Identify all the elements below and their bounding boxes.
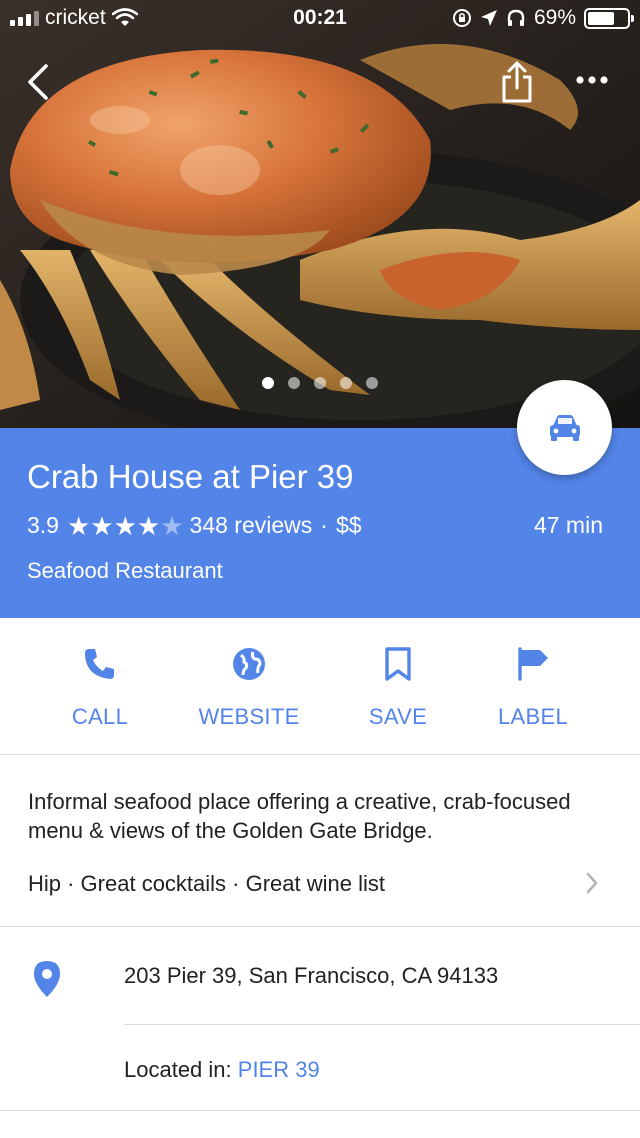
review-count[interactable]: 348 reviews <box>190 512 313 539</box>
chevron-right-icon <box>586 872 598 894</box>
more-horizontal-icon <box>576 76 608 84</box>
save-button[interactable]: SAVE <box>323 644 473 730</box>
place-name: Crab House at Pier 39 <box>27 458 354 495</box>
car-icon <box>549 414 580 441</box>
phone-icon <box>85 649 114 679</box>
drive-time: 47 min <box>533 512 603 538</box>
highlight-tags: Hip · Great cocktails · Great wine list <box>28 871 385 896</box>
located-in-row: Located in: PIER 39 <box>124 1057 320 1083</box>
place-category: Seafood Restaurant <box>27 558 223 583</box>
address-line[interactable]: 203 Pier 39, San Francisco, CA 94133 <box>124 963 498 989</box>
battery-percent: 69% <box>533 6 576 29</box>
star-icon: ★ <box>113 510 137 541</box>
location-pin-icon <box>34 961 60 997</box>
share-button[interactable] <box>498 60 536 104</box>
status-bar: cricket 00:21 69% <box>0 0 640 40</box>
address-section: 203 Pier 39, San Francisco, CA 94133 Loc… <box>0 927 640 1138</box>
save-label: SAVE <box>368 704 428 729</box>
rating-value: 3.9 <box>27 512 59 538</box>
star-icon: ★ <box>160 510 184 541</box>
page-dot[interactable] <box>314 377 326 389</box>
flag-icon <box>518 647 548 681</box>
directions-button[interactable] <box>517 380 612 475</box>
divider <box>0 1110 640 1111</box>
page-dot[interactable] <box>262 377 274 389</box>
bookmark-icon <box>385 647 411 681</box>
chevron-left-icon <box>28 64 48 100</box>
status-right: 69% <box>452 6 634 30</box>
separator-dot: · <box>320 512 328 538</box>
globe-icon <box>233 648 265 680</box>
location-arrow-icon <box>480 10 497 26</box>
share-icon <box>502 61 532 103</box>
divider <box>124 1024 640 1025</box>
description-text: Informal seafood place offering a creati… <box>28 789 571 843</box>
page-dot[interactable] <box>288 377 300 389</box>
more-options-button[interactable] <box>574 70 610 90</box>
orientation-lock-icon <box>452 9 471 27</box>
crab-photo <box>0 0 640 428</box>
label-label: LABEL <box>498 704 568 729</box>
rating-stars: ★ ★ ★ ★ ★ <box>67 513 184 539</box>
website-button[interactable]: WEBSITE <box>174 644 324 730</box>
located-in-link[interactable]: PIER 39 <box>238 1057 320 1082</box>
price-level: $$ <box>335 512 362 538</box>
star-icon: ★ <box>136 510 161 541</box>
rating-row[interactable]: 3.9 ★ ★ ★ ★ ★ 348 reviews · $$ <box>27 512 362 539</box>
star-icon: ★ <box>90 510 114 541</box>
headphones-icon <box>507 9 525 26</box>
action-bar: CALL WEBSITE SAVE LABEL <box>0 618 640 755</box>
battery-icon <box>584 7 634 29</box>
located-in-label: Located in: <box>124 1057 232 1082</box>
hero-photo[interactable]: cricket 00:21 69% <box>0 0 640 428</box>
website-label: WEBSITE <box>198 704 300 729</box>
star-icon: ★ <box>66 510 91 541</box>
page-dot[interactable] <box>366 377 378 389</box>
description-section[interactable]: Informal seafood place offering a creati… <box>0 755 640 927</box>
page-dot[interactable] <box>340 377 352 389</box>
back-button[interactable] <box>22 62 58 102</box>
label-button[interactable]: LABEL <box>458 644 608 730</box>
call-label: CALL <box>71 704 129 729</box>
call-button[interactable]: CALL <box>25 644 175 730</box>
